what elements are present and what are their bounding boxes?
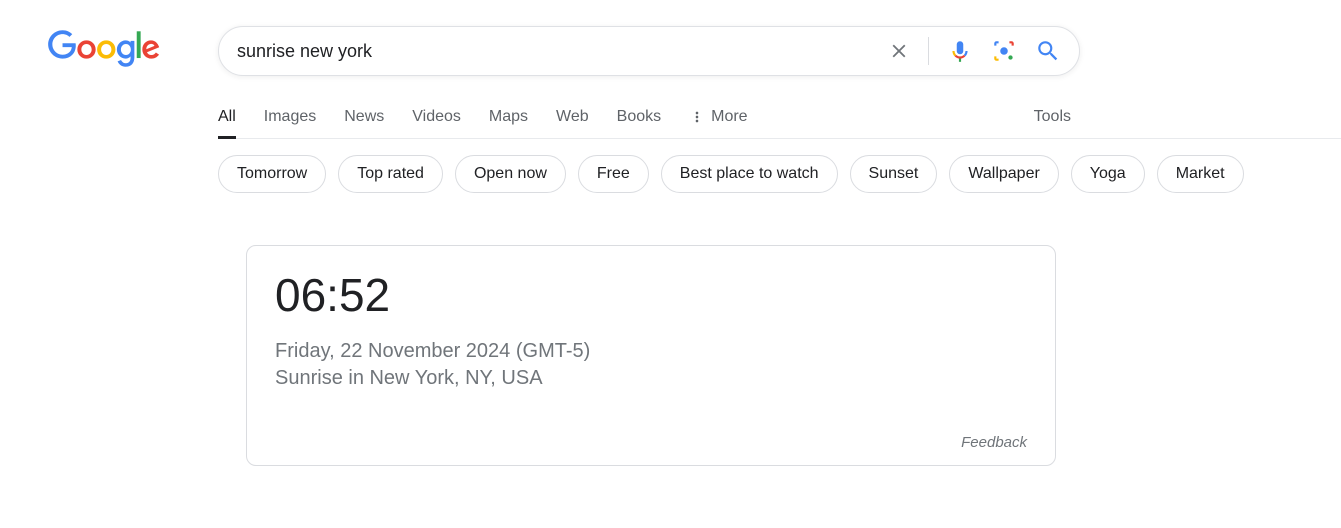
chip-best-place[interactable]: Best place to watch [661, 155, 838, 193]
sunrise-location: Sunrise in New York, NY, USA [275, 367, 1027, 390]
search-icon[interactable] [1035, 38, 1061, 64]
clear-icon[interactable] [888, 40, 910, 62]
tools-button[interactable]: Tools [1034, 108, 1071, 138]
more-icon [689, 109, 705, 125]
chip-market[interactable]: Market [1157, 155, 1244, 193]
sunrise-time: 06:52 [275, 268, 1027, 322]
tab-maps[interactable]: Maps [489, 108, 528, 138]
google-logo[interactable] [48, 30, 168, 73]
chip-top-rated[interactable]: Top rated [338, 155, 443, 193]
tab-more-label: More [711, 108, 747, 126]
search-input[interactable] [237, 41, 888, 62]
mic-icon[interactable] [947, 38, 973, 64]
tab-images[interactable]: Images [264, 108, 316, 138]
lens-icon[interactable] [991, 38, 1017, 64]
search-box[interactable] [218, 26, 1080, 76]
tab-more[interactable]: More [689, 108, 747, 138]
chip-wallpaper[interactable]: Wallpaper [949, 155, 1058, 193]
divider [928, 37, 929, 65]
feedback-link[interactable]: Feedback [275, 434, 1027, 451]
tab-news[interactable]: News [344, 108, 384, 138]
chips-row: Tomorrow Top rated Open now Free Best pl… [218, 155, 1341, 201]
tab-books[interactable]: Books [617, 108, 661, 138]
tab-web[interactable]: Web [556, 108, 589, 138]
chip-tomorrow[interactable]: Tomorrow [218, 155, 326, 193]
answer-card: 06:52 Friday, 22 November 2024 (GMT-5) S… [246, 245, 1056, 466]
chip-sunset[interactable]: Sunset [850, 155, 938, 193]
chip-yoga[interactable]: Yoga [1071, 155, 1145, 193]
chip-open-now[interactable]: Open now [455, 155, 566, 193]
tab-videos[interactable]: Videos [412, 108, 461, 138]
tab-all[interactable]: All [218, 108, 236, 138]
chip-free[interactable]: Free [578, 155, 649, 193]
sunrise-date: Friday, 22 November 2024 (GMT-5) [275, 340, 1027, 363]
